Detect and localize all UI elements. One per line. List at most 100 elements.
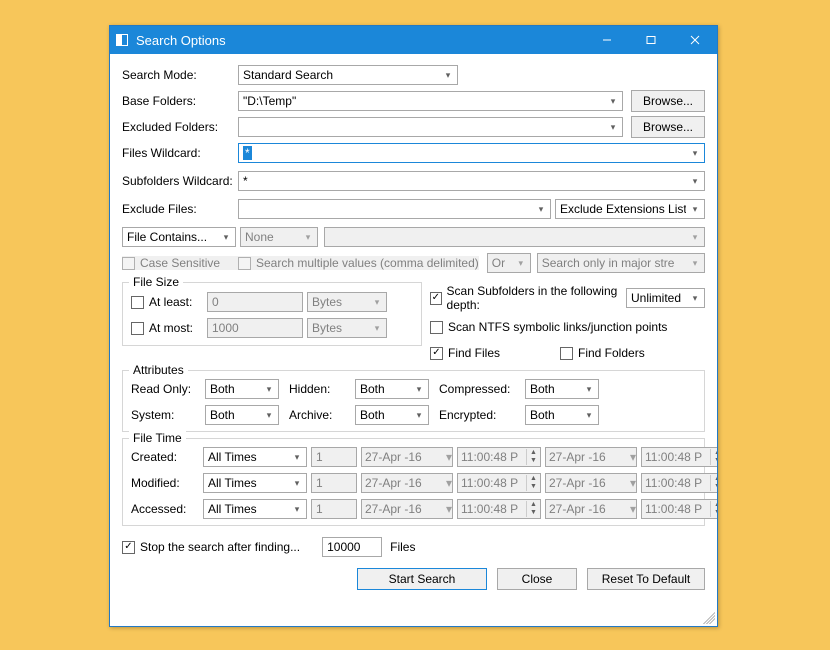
accessed-date-to[interactable]: 27-Apr -16▾ xyxy=(545,499,637,519)
minimize-button[interactable] xyxy=(585,26,629,54)
at-most-check[interactable]: At most: xyxy=(131,321,207,335)
accessed-label: Accessed: xyxy=(131,502,199,516)
files-label: Files xyxy=(390,540,415,554)
chevron-down-icon: ▾ xyxy=(260,384,278,395)
chevron-down-icon: ▾ xyxy=(580,384,598,395)
stop-after-count[interactable]: 10000 xyxy=(322,537,382,557)
attributes-group: Attributes Read Only: Both▾ Hidden: Both… xyxy=(122,370,705,432)
accessed-time-from[interactable]: 11:00:48 P▲▼ xyxy=(457,499,541,519)
archive-combo[interactable]: Both▾ xyxy=(355,405,429,425)
encrypted-combo[interactable]: Both▾ xyxy=(525,405,599,425)
system-combo[interactable]: Both▾ xyxy=(205,405,279,425)
checkbox-icon xyxy=(238,257,251,270)
checkbox-icon xyxy=(131,322,144,335)
excluded-folders-label: Excluded Folders: xyxy=(122,120,238,134)
file-contains-value-combo[interactable]: ▾ xyxy=(324,227,705,247)
base-folders-combo[interactable]: "D:\Temp" ▾ xyxy=(238,91,623,111)
checkbox-icon: ✓ xyxy=(430,347,443,360)
chevron-down-icon: ▾ xyxy=(686,176,704,187)
chevron-down-icon: ▾ xyxy=(439,70,457,81)
at-most-unit-combo[interactable]: Bytes▾ xyxy=(307,318,387,338)
at-least-unit-combo[interactable]: Bytes▾ xyxy=(307,292,387,312)
client-area: Search Mode: Standard Search ▾ Base Fold… xyxy=(110,54,717,626)
chevron-down-icon: ▾ xyxy=(686,293,704,304)
chevron-down-icon: ▾ xyxy=(288,452,306,463)
find-files-check[interactable]: ✓ Find Files xyxy=(430,346,560,360)
app-icon xyxy=(116,34,128,46)
checkbox-icon: ✓ xyxy=(122,541,135,554)
hidden-combo[interactable]: Both▾ xyxy=(355,379,429,399)
at-least-field[interactable]: 0 xyxy=(207,292,303,312)
close-button[interactable] xyxy=(673,26,717,54)
modified-time-from[interactable]: 11:00:48 P▲▼ xyxy=(457,473,541,493)
close-dialog-button[interactable]: Close xyxy=(497,568,577,590)
file-size-legend: File Size xyxy=(129,275,183,289)
reset-default-button[interactable]: Reset To Default xyxy=(587,568,705,590)
stop-after-check[interactable]: ✓ Stop the search after finding... xyxy=(122,540,300,554)
chevron-down-icon: ▾ xyxy=(686,148,704,159)
accessed-count[interactable]: 1 xyxy=(311,499,357,519)
created-date-from[interactable]: 27-Apr -16▾ xyxy=(361,447,453,467)
major-streams-combo[interactable]: Search only in major stre ▾ xyxy=(537,253,705,273)
chevron-down-icon: ▾ xyxy=(686,232,704,243)
checkbox-icon xyxy=(131,296,144,309)
scan-subfolders-check[interactable]: ✓ Scan Subfolders in the following depth… xyxy=(430,284,626,312)
chevron-down-icon: ▾ xyxy=(288,478,306,489)
exclude-ext-list-combo[interactable]: Exclude Extensions List ▾ xyxy=(555,199,705,219)
created-count[interactable]: 1 xyxy=(311,447,357,467)
titlebar: Search Options xyxy=(110,26,717,54)
chevron-down-icon: ▾ xyxy=(368,297,386,308)
modified-time-to[interactable]: 11:00:48 P▲▼ xyxy=(641,473,717,493)
files-wildcard-combo[interactable]: * ▾ xyxy=(238,143,705,163)
files-wildcard-label: Files Wildcard: xyxy=(122,146,238,160)
chevron-down-icon: ▾ xyxy=(217,232,235,243)
created-time-to[interactable]: 11:00:48 P▲▼ xyxy=(641,447,717,467)
checkbox-icon xyxy=(430,321,443,334)
depth-combo[interactable]: Unlimited ▾ xyxy=(626,288,705,308)
resize-grip-icon[interactable] xyxy=(703,612,715,624)
created-time-from[interactable]: 11:00:48 P▲▼ xyxy=(457,447,541,467)
modified-range-combo[interactable]: All Times▾ xyxy=(203,473,307,493)
file-contains-mode-combo[interactable]: None ▾ xyxy=(240,227,318,247)
maximize-button[interactable] xyxy=(629,26,673,54)
read-only-combo[interactable]: Both▾ xyxy=(205,379,279,399)
find-folders-check[interactable]: Find Folders xyxy=(560,346,645,360)
created-date-to[interactable]: 27-Apr -16▾ xyxy=(545,447,637,467)
excluded-folders-combo[interactable]: ▾ xyxy=(238,117,623,137)
checkbox-icon xyxy=(122,257,135,270)
scan-ntfs-check[interactable]: Scan NTFS symbolic links/junction points xyxy=(430,320,667,334)
accessed-time-to[interactable]: 11:00:48 P▲▼ xyxy=(641,499,717,519)
chevron-down-icon: ▾ xyxy=(410,384,428,395)
chevron-down-icon: ▾ xyxy=(686,204,704,215)
modified-count[interactable]: 1 xyxy=(311,473,357,493)
at-most-field[interactable]: 1000 xyxy=(207,318,303,338)
read-only-label: Read Only: xyxy=(131,382,195,396)
file-time-group: File Time Created: All Times▾ 1 27-Apr -… xyxy=(122,438,705,526)
archive-label: Archive: xyxy=(289,408,345,422)
start-search-button[interactable]: Start Search xyxy=(357,568,487,590)
case-sensitive-check[interactable]: Case Sensitive xyxy=(122,256,238,270)
modified-date-to[interactable]: 27-Apr -16▾ xyxy=(545,473,637,493)
modified-date-from[interactable]: 27-Apr -16▾ xyxy=(361,473,453,493)
chevron-down-icon: ▾ xyxy=(368,323,386,334)
checkbox-icon xyxy=(560,347,573,360)
exclude-files-combo[interactable]: ▾ xyxy=(238,199,551,219)
search-multi-check[interactable]: Search multiple values (comma delimited) xyxy=(238,256,479,270)
accessed-date-from[interactable]: 27-Apr -16▾ xyxy=(361,499,453,519)
browse-base-button[interactable]: Browse... xyxy=(631,90,705,112)
chevron-down-icon: ▾ xyxy=(630,502,636,516)
or-combo[interactable]: Or ▾ xyxy=(487,253,531,273)
subfolders-wildcard-label: Subfolders Wildcard: xyxy=(122,174,238,188)
accessed-range-combo[interactable]: All Times▾ xyxy=(203,499,307,519)
chevron-down-icon: ▾ xyxy=(299,232,317,243)
window-buttons xyxy=(585,26,717,54)
encrypted-label: Encrypted: xyxy=(439,408,515,422)
chevron-down-icon: ▾ xyxy=(580,410,598,421)
browse-excluded-button[interactable]: Browse... xyxy=(631,116,705,138)
at-least-check[interactable]: At least: xyxy=(131,295,207,309)
compressed-combo[interactable]: Both▾ xyxy=(525,379,599,399)
file-contains-combo[interactable]: File Contains... ▾ xyxy=(122,227,236,247)
created-range-combo[interactable]: All Times▾ xyxy=(203,447,307,467)
search-mode-combo[interactable]: Standard Search ▾ xyxy=(238,65,458,85)
subfolders-wildcard-combo[interactable]: * ▾ xyxy=(238,171,705,191)
